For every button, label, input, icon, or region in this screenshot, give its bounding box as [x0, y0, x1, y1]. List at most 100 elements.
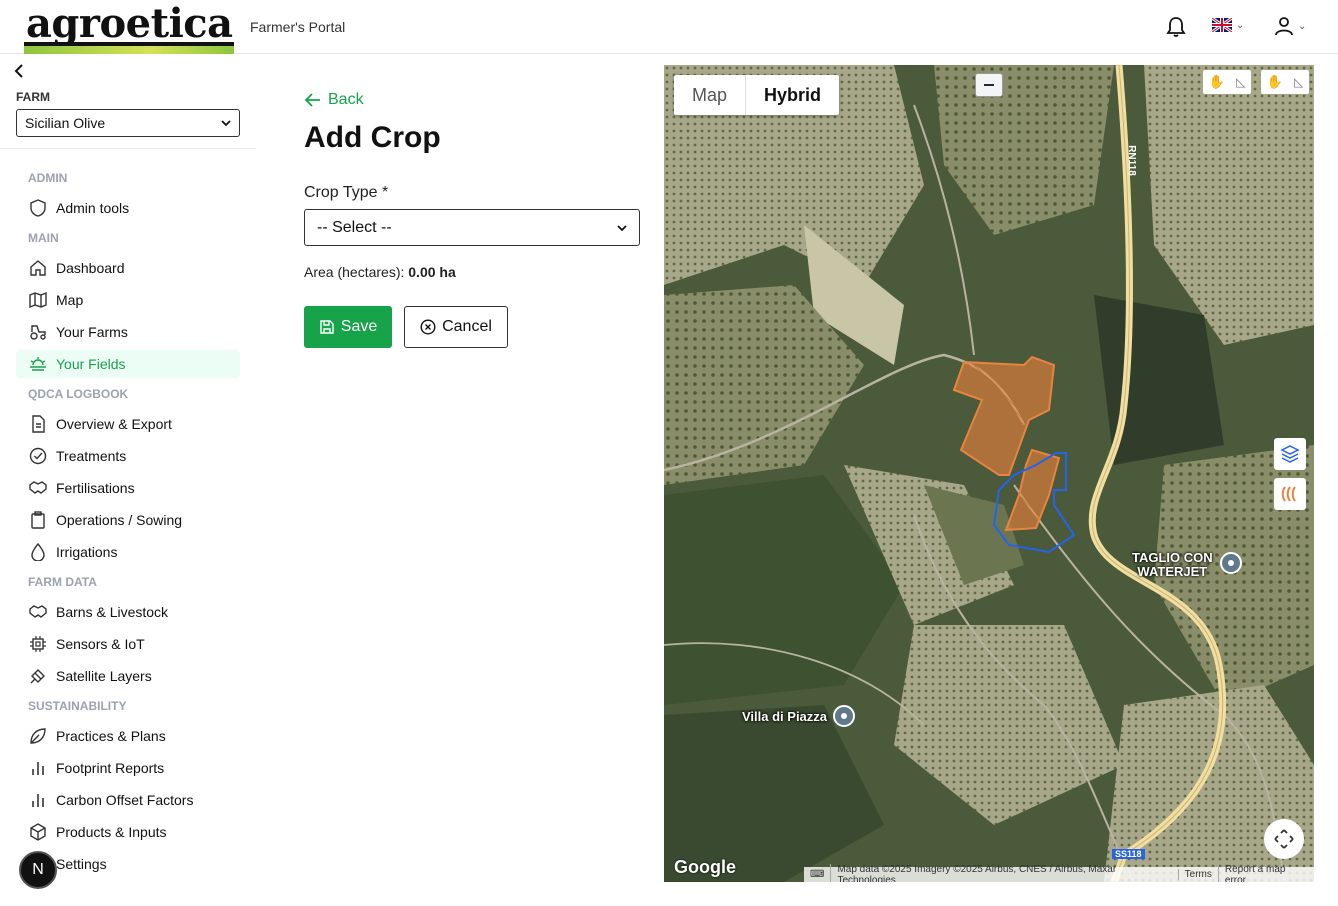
- hand-icon[interactable]: ✋: [1267, 74, 1283, 90]
- crop-type-value: -- Select --: [317, 218, 392, 236]
- sidebar-item-operations-sowing[interactable]: Operations / Sowing: [16, 506, 240, 534]
- place-pin[interactable]: [833, 705, 855, 727]
- area-label: Area (hectares):: [304, 264, 405, 280]
- farm-select-value: Sicilian Olive: [25, 115, 106, 131]
- handshake-icon: [28, 602, 48, 622]
- place-label-line: WATERJET: [1137, 564, 1208, 579]
- sidebar-item-fertilisations[interactable]: Fertilisations: [16, 474, 240, 502]
- layers-button[interactable]: [1274, 438, 1306, 470]
- place-label-taglio: TAGLIO CON WATERJET: [1132, 551, 1213, 579]
- waves-icon: [1281, 486, 1296, 502]
- sidebar-item-label: Footprint Reports: [56, 760, 165, 776]
- leaf-icon: [28, 726, 48, 746]
- map-type-tabs: Map Hybrid: [674, 75, 840, 115]
- sidebar-item-treatments[interactable]: Treatments: [16, 442, 240, 470]
- place-label-line: TAGLIO CON: [1132, 550, 1213, 565]
- sidebar-item-carbon-offset-factors[interactable]: Carbon Offset Factors: [16, 786, 240, 814]
- crop-type-select[interactable]: -- Select --: [304, 209, 640, 246]
- hand-icon[interactable]: ✋: [1209, 74, 1225, 90]
- notifications-button[interactable]: [1166, 16, 1186, 38]
- satellite-map[interactable]: Map Hybrid ✋ ◺ ✋ ◺ TAGLIO CON WATERJET V…: [664, 65, 1314, 882]
- language-selector[interactable]: ⌄: [1212, 18, 1244, 32]
- sidebar-item-label: Fertilisations: [56, 480, 135, 496]
- farm-label: FARM: [16, 90, 50, 104]
- chevron-down-icon: ⌄: [1236, 19, 1245, 31]
- page-title: Add Crop: [304, 121, 441, 154]
- tab-hybrid[interactable]: Hybrid: [745, 75, 839, 115]
- sidebar-item-footprint-reports[interactable]: Footprint Reports: [16, 754, 240, 782]
- sunrise-field-icon: [28, 354, 48, 374]
- sidebar-item-label: Irrigations: [56, 544, 118, 560]
- section-main: MAIN: [28, 231, 59, 245]
- user-icon: [1275, 17, 1293, 36]
- sidebar-item-label: Sensors & IoT: [56, 636, 145, 652]
- bell-icon: [1166, 17, 1186, 37]
- sidebar-item-irrigations[interactable]: Irrigations: [16, 538, 240, 566]
- shield-icon: [28, 198, 48, 218]
- floppy-icon: [320, 320, 334, 334]
- area-value: 0.00 ha: [408, 264, 456, 280]
- user-menu[interactable]: ⌄: [1274, 16, 1306, 36]
- google-logo: Google: [674, 857, 736, 877]
- draw-controls-1: ✋ ◺: [1203, 70, 1251, 94]
- sidebar-item-products-inputs[interactable]: Products & Inputs: [16, 818, 240, 846]
- draw-controls-2: ✋ ◺: [1261, 70, 1309, 94]
- back-link[interactable]: Back: [304, 91, 364, 109]
- sidebar: FARM Sicilian Olive ADMIN Admin tools MA…: [0, 55, 256, 906]
- sidebar-item-label: Treatments: [56, 448, 127, 464]
- sidebar-item-practices-plans[interactable]: Practices & Plans: [16, 722, 240, 750]
- top-bar: agroetica Farmer's Portal ⌄ ⌄: [0, 0, 1338, 54]
- report-error-link[interactable]: Report a map error: [1217, 863, 1314, 882]
- sidebar-item-label: Settings: [56, 856, 107, 872]
- layers-icon: [1280, 445, 1300, 463]
- dev-badge[interactable]: N: [19, 851, 57, 889]
- uk-flag-icon: [1212, 18, 1232, 32]
- minus-icon: [984, 84, 994, 86]
- farm-select[interactable]: Sicilian Olive: [16, 109, 240, 137]
- recenter-button[interactable]: [1264, 819, 1304, 859]
- cancel-label: Cancel: [442, 318, 492, 335]
- chip-icon: [28, 634, 48, 654]
- sidebar-item-dashboard[interactable]: Dashboard: [16, 254, 240, 282]
- sidebar-item-barns-livestock[interactable]: Barns & Livestock: [16, 598, 240, 626]
- sidebar-item-your-fields[interactable]: Your Fields: [16, 350, 240, 378]
- sidebar-item-overview-export[interactable]: Overview & Export: [16, 410, 240, 438]
- place-pin[interactable]: [1220, 552, 1242, 574]
- cancel-button[interactable]: Cancel: [404, 306, 508, 348]
- chevron-down-icon: ⌄: [1298, 20, 1307, 32]
- tractor-icon: [28, 322, 48, 342]
- terms-link[interactable]: Terms: [1177, 869, 1218, 880]
- sidebar-item-admin-tools[interactable]: Admin tools: [16, 194, 240, 222]
- sidebar-item-map[interactable]: Map: [16, 286, 240, 314]
- sidebar-item-label: Carbon Offset Factors: [56, 792, 194, 808]
- handshake-icon: [28, 478, 48, 498]
- satellite-imagery: [664, 65, 1314, 882]
- sidebar-divider: [0, 148, 256, 149]
- check-circle-icon: [28, 446, 48, 466]
- zoom-out-button[interactable]: [975, 73, 1003, 97]
- save-button[interactable]: Save: [304, 306, 392, 348]
- keyboard-icon[interactable]: ⌨: [804, 869, 830, 880]
- bar-chart-icon: [28, 790, 48, 810]
- polygon-icon[interactable]: ◺: [1294, 75, 1303, 89]
- section-admin: ADMIN: [28, 171, 68, 185]
- sidebar-item-satellite-layers[interactable]: Satellite Layers: [16, 662, 240, 690]
- place-label-villa: Villa di Piazza: [742, 709, 828, 724]
- sidebar-item-your-farms[interactable]: Your Farms: [16, 318, 240, 346]
- sidebar-item-label: Admin tools: [56, 200, 130, 216]
- polygon-icon[interactable]: ◺: [1236, 75, 1245, 89]
- x-circle-icon: [420, 319, 436, 335]
- logo-field-strip: [24, 46, 234, 54]
- sidebar-item-sensors-iot[interactable]: Sensors & IoT: [16, 630, 240, 658]
- sidebar-item-label: Overview & Export: [56, 416, 172, 432]
- map-data-text: Map data ©2025 Imagery ©2025 Airbus, CNE…: [830, 863, 1177, 882]
- collapse-sidebar-button[interactable]: [12, 63, 28, 79]
- package-icon: [28, 822, 48, 842]
- back-label: Back: [328, 91, 364, 108]
- section-qdca-logbook: QDCA LOGBOOK: [28, 387, 129, 401]
- bar-chart-icon: [28, 758, 48, 778]
- tab-map[interactable]: Map: [674, 75, 745, 115]
- save-label: Save: [340, 318, 378, 335]
- agroetica-overlay-button[interactable]: [1274, 478, 1306, 510]
- agroetica-logo[interactable]: agroetica: [24, 0, 234, 54]
